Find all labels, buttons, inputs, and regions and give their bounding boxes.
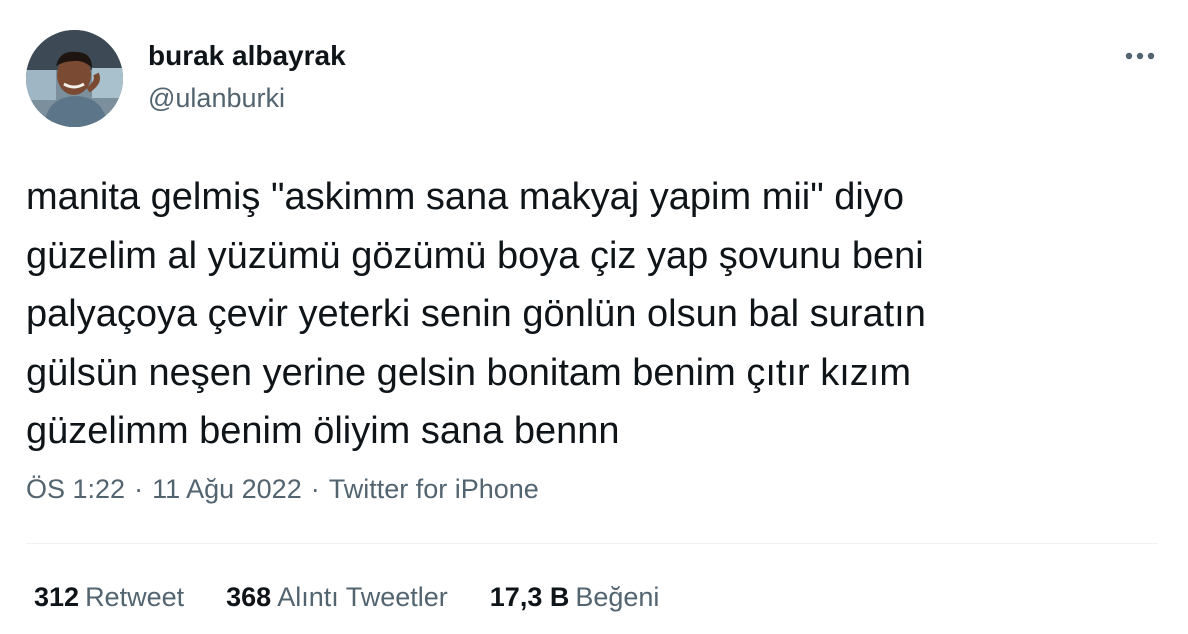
retweets-stat[interactable]: 312 Retweet — [34, 582, 184, 613]
engagement-stats: 312 Retweet 368 Alıntı Tweetler 17,3 B Beğe… — [34, 582, 701, 613]
meta-separator: · — [134, 474, 144, 504]
retweet-label: Retweet — [85, 582, 185, 612]
tweet-time[interactable]: ÖS 1:22 — [26, 474, 125, 504]
more-dots-icon — [1125, 52, 1155, 60]
retweet-count: 312 — [34, 582, 80, 612]
meta-separator: · — [310, 474, 320, 504]
tweet-text: manita gelmiş "askimm sana makyaj yapim … — [26, 176, 926, 452]
user-handle[interactable]: @ulanburki — [148, 83, 285, 114]
like-label: Beğeni — [575, 582, 660, 612]
display-name[interactable]: burak albayrak — [148, 40, 346, 72]
quotes-stat[interactable]: 368 Alıntı Tweetler — [226, 582, 448, 613]
tweet-card: burak albayrak @ulanburki manita gelmiş … — [0, 0, 1188, 634]
tweet-meta: ÖS 1:22 · 11 Ağu 2022 · Twitter for iPhone — [26, 474, 539, 505]
like-count: 17,3 B — [489, 582, 570, 612]
avatar[interactable] — [26, 30, 123, 127]
likes-stat[interactable]: 17,3 B Beğeni — [490, 582, 660, 613]
quote-label: Alıntı Tweetler — [277, 582, 448, 612]
tweet-date[interactable]: 11 Ağu 2022 — [152, 474, 302, 504]
more-options-button[interactable] — [1118, 38, 1162, 74]
avatar-photo — [26, 30, 123, 127]
divider — [26, 543, 1158, 544]
quote-count: 368 — [226, 582, 272, 612]
tweet-source[interactable]: Twitter for iPhone — [329, 474, 539, 504]
